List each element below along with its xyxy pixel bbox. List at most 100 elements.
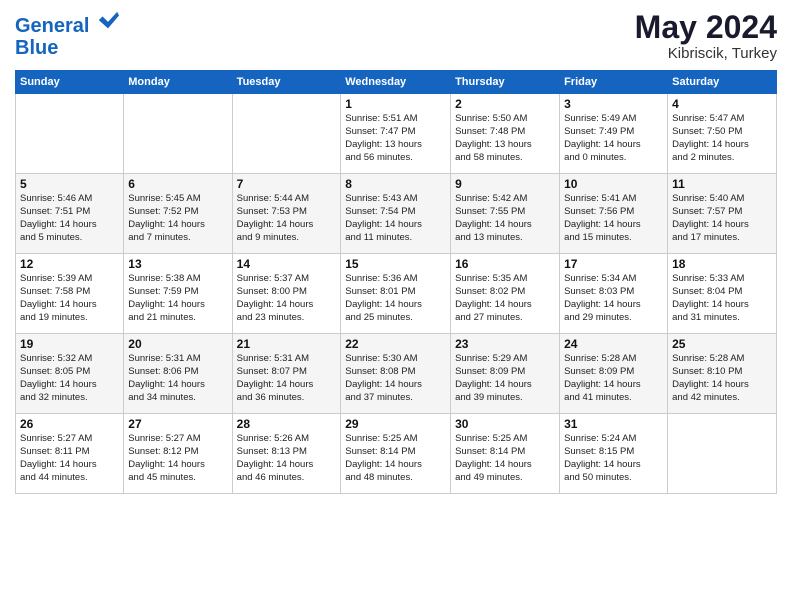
calendar-cell: 16Sunrise: 5:35 AMSunset: 8:02 PMDayligh… [451, 254, 560, 334]
day-info-line: Daylight: 14 hours [20, 379, 119, 392]
day-info-line: Sunset: 8:01 PM [345, 286, 446, 299]
day-number: 6 [128, 177, 227, 191]
day-info-line: Sunset: 8:12 PM [128, 446, 227, 459]
day-info-line: and 29 minutes. [564, 312, 663, 325]
day-info-line: Sunrise: 5:25 AM [455, 433, 555, 446]
day-info-line: Daylight: 14 hours [672, 379, 772, 392]
day-info-line: and 31 minutes. [672, 312, 772, 325]
day-number: 30 [455, 417, 555, 431]
calendar-cell: 13Sunrise: 5:38 AMSunset: 7:59 PMDayligh… [124, 254, 232, 334]
day-info-line: Sunrise: 5:31 AM [237, 353, 337, 366]
day-info-line: Sunset: 7:49 PM [564, 126, 663, 139]
calendar-cell [124, 94, 232, 174]
day-number: 3 [564, 97, 663, 111]
day-info-line: Sunrise: 5:43 AM [345, 193, 446, 206]
day-info-line: Daylight: 14 hours [128, 379, 227, 392]
day-number: 21 [237, 337, 337, 351]
title-area: May 2024 Kibriscik, Turkey [635, 10, 777, 62]
day-info-line: and 42 minutes. [672, 392, 772, 405]
calendar-cell: 23Sunrise: 5:29 AMSunset: 8:09 PMDayligh… [451, 334, 560, 414]
day-info-line: Sunset: 8:10 PM [672, 366, 772, 379]
day-info-line: Daylight: 14 hours [128, 459, 227, 472]
day-info-line: and 27 minutes. [455, 312, 555, 325]
day-info-line: Sunset: 8:05 PM [20, 366, 119, 379]
calendar-cell: 31Sunrise: 5:24 AMSunset: 8:15 PMDayligh… [560, 414, 668, 494]
day-info-line: and 41 minutes. [564, 392, 663, 405]
day-info-line: Sunrise: 5:49 AM [564, 113, 663, 126]
weekday-header-row: Sunday Monday Tuesday Wednesday Thursday… [16, 71, 777, 94]
day-info-line: Sunset: 7:54 PM [345, 206, 446, 219]
day-info-line: Sunrise: 5:47 AM [672, 113, 772, 126]
header-monday: Monday [124, 71, 232, 94]
day-info-line: Sunset: 8:03 PM [564, 286, 663, 299]
day-info-line: Daylight: 14 hours [672, 219, 772, 232]
day-info-line: Sunset: 8:04 PM [672, 286, 772, 299]
calendar-cell: 21 Sunrise: 5:31 AMSunset: 8:07 PMDayligh… [232, 334, 341, 414]
calendar-cell: 9Sunrise: 5:42 AMSunset: 7:55 PMDaylight… [451, 174, 560, 254]
day-info-line: Sunset: 8:00 PM [237, 286, 337, 299]
day-info-line: Daylight: 14 hours [237, 379, 337, 392]
day-info-line: Daylight: 14 hours [455, 459, 555, 472]
logo: General Blue [15, 10, 119, 60]
calendar-cell [232, 94, 341, 174]
day-info-line: Sunrise: 5:40 AM [672, 193, 772, 206]
day-info-line: Daylight: 14 hours [20, 219, 119, 232]
day-info-line: Sunset: 8:14 PM [455, 446, 555, 459]
day-info-line: and 48 minutes. [345, 472, 446, 485]
calendar-cell: 17Sunrise: 5:34 AMSunset: 8:03 PMDayligh… [560, 254, 668, 334]
day-info-line: Sunset: 7:57 PM [672, 206, 772, 219]
day-info-line: Daylight: 14 hours [345, 219, 446, 232]
header-wednesday: Wednesday [341, 71, 451, 94]
calendar-week-row: 12Sunrise: 5:39 AMSunset: 7:58 PMDayligh… [16, 254, 777, 334]
calendar-cell: 25Sunrise: 5:28 AMSunset: 8:10 PMDayligh… [668, 334, 777, 414]
day-number: 4 [672, 97, 772, 111]
calendar-week-row: 1Sunrise: 5:51 AMSunset: 7:47 PMDaylight… [16, 94, 777, 174]
day-info-line: and 56 minutes. [345, 152, 446, 165]
day-info-line: Sunset: 8:07 PM [237, 366, 337, 379]
day-info-line: Sunrise: 5:42 AM [455, 193, 555, 206]
calendar-cell: 1Sunrise: 5:51 AMSunset: 7:47 PMDaylight… [341, 94, 451, 174]
day-info-line: and 46 minutes. [237, 472, 337, 485]
calendar-cell: 22Sunrise: 5:30 AMSunset: 8:08 PMDayligh… [341, 334, 451, 414]
day-info-line: and 0 minutes. [564, 152, 663, 165]
calendar-cell: 7Sunrise: 5:44 AMSunset: 7:53 PMDaylight… [232, 174, 341, 254]
day-info-line: Daylight: 14 hours [564, 299, 663, 312]
day-number: 14 [237, 257, 337, 271]
day-info-line: Sunrise: 5:33 AM [672, 273, 772, 286]
day-number: 26 [20, 417, 119, 431]
day-info-line: Sunrise: 5:39 AM [20, 273, 119, 286]
day-info-line: Daylight: 13 hours [345, 139, 446, 152]
day-info-line: and 23 minutes. [237, 312, 337, 325]
calendar-cell: 27Sunrise: 5:27 AMSunset: 8:12 PMDayligh… [124, 414, 232, 494]
header-saturday: Saturday [668, 71, 777, 94]
day-number: 19 [20, 337, 119, 351]
day-number: 15 [345, 257, 446, 271]
page-container: General Blue May 2024 Kibriscik, Turkey … [0, 0, 792, 504]
day-info-line: Sunset: 7:47 PM [345, 126, 446, 139]
calendar-header: Sunday Monday Tuesday Wednesday Thursday… [16, 71, 777, 94]
day-info-line: Sunrise: 5:26 AM [237, 433, 337, 446]
day-info-line: Daylight: 14 hours [564, 219, 663, 232]
calendar-week-row: 5Sunrise: 5:46 AMSunset: 7:51 PMDaylight… [16, 174, 777, 254]
day-info-line: Sunset: 8:15 PM [564, 446, 663, 459]
day-info-line: and 32 minutes. [20, 392, 119, 405]
day-info-line: Daylight: 14 hours [564, 459, 663, 472]
day-info-line: Sunset: 7:55 PM [455, 206, 555, 219]
day-number: 29 [345, 417, 446, 431]
location-subtitle: Kibriscik, Turkey [635, 45, 777, 62]
day-info-line: Sunrise: 5:46 AM [20, 193, 119, 206]
day-info-line: Sunrise: 5:27 AM [128, 433, 227, 446]
day-number: 13 [128, 257, 227, 271]
calendar-cell: 12Sunrise: 5:39 AMSunset: 7:58 PMDayligh… [16, 254, 124, 334]
calendar-cell: 3Sunrise: 5:49 AMSunset: 7:49 PMDaylight… [560, 94, 668, 174]
calendar-cell: 20Sunrise: 5:31 AMSunset: 8:06 PMDayligh… [124, 334, 232, 414]
day-info-line: Sunrise: 5:34 AM [564, 273, 663, 286]
day-info-line: Daylight: 14 hours [455, 219, 555, 232]
logo-blue: Blue [15, 37, 119, 60]
day-info-line: Sunrise: 5:32 AM [20, 353, 119, 366]
day-info-line: and 17 minutes. [672, 232, 772, 245]
header-tuesday: Tuesday [232, 71, 341, 94]
day-info-line: Sunset: 7:58 PM [20, 286, 119, 299]
day-number: 11 [672, 177, 772, 191]
day-info-line: and 13 minutes. [455, 232, 555, 245]
